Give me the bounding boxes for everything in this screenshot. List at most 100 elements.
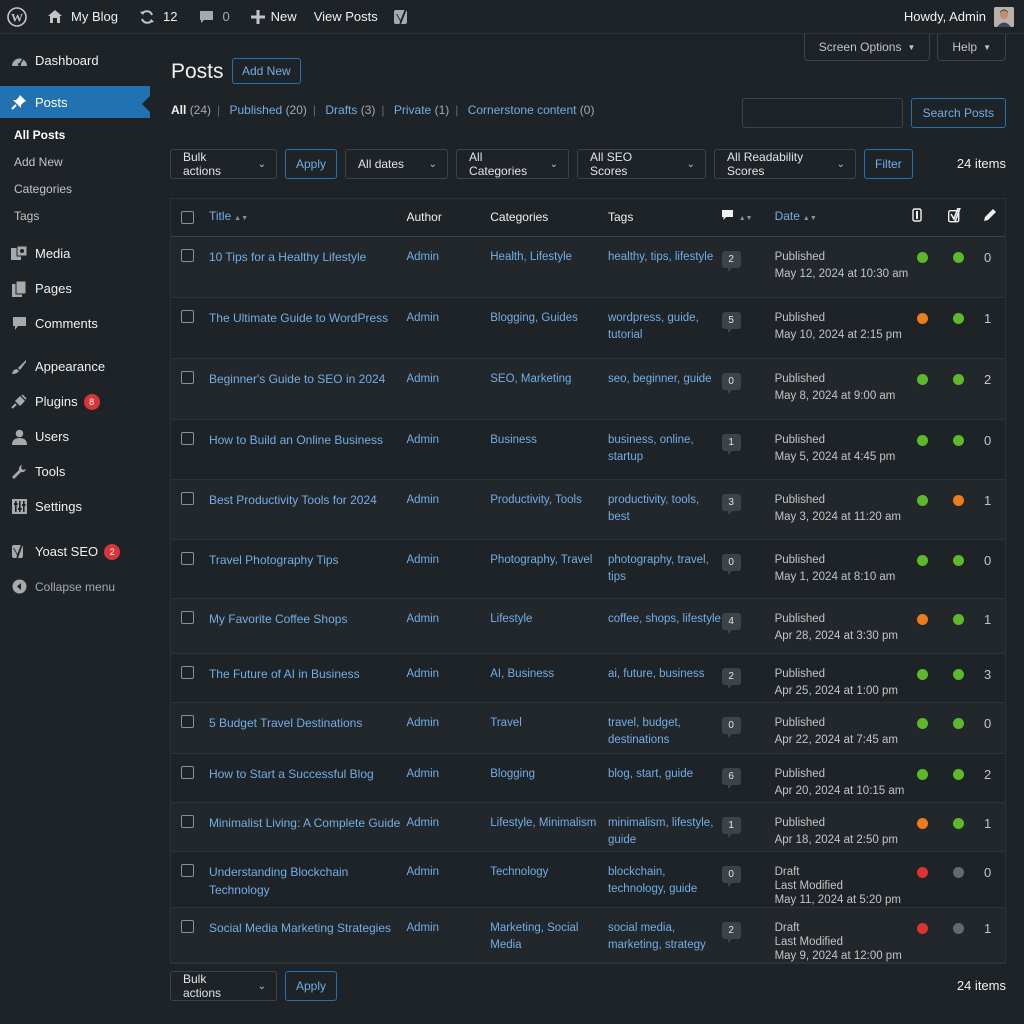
view-posts-link[interactable]: View Posts: [297, 0, 378, 34]
wordpress-logo-icon[interactable]: W: [0, 0, 34, 34]
row-checkbox[interactable]: [181, 552, 194, 565]
screen-options-button[interactable]: Screen Options ▼: [803, 34, 931, 61]
select-all-checkbox[interactable]: [181, 211, 194, 224]
comment-count-bubble[interactable]: 2: [721, 251, 741, 272]
search-input[interactable]: [741, 98, 903, 128]
my-account-link[interactable]: Howdy, Admin: [904, 0, 1014, 34]
author-link[interactable]: Admin: [406, 312, 439, 324]
comment-count-bubble[interactable]: 0: [721, 554, 741, 575]
row-checkbox[interactable]: [181, 766, 194, 779]
post-title-link[interactable]: Travel Photography Tips: [209, 553, 339, 567]
author-link[interactable]: Admin: [406, 251, 439, 263]
post-title-link[interactable]: The Ultimate Guide to WordPress: [209, 311, 388, 325]
apply-button[interactable]: Apply: [285, 149, 338, 179]
search-posts-button[interactable]: Search Posts: [910, 98, 1006, 128]
collapse-menu-button[interactable]: Collapse menu: [0, 569, 150, 604]
header-readability-score[interactable]: [948, 206, 984, 228]
post-title-link[interactable]: Best Productivity Tools for 2024: [209, 493, 377, 507]
categories-links[interactable]: Blogging, Guides: [490, 312, 578, 324]
tags-links[interactable]: wordpress, guide, tutorial: [608, 312, 699, 341]
comment-count-bubble[interactable]: 4: [721, 613, 741, 634]
seo-score-filter-select[interactable]: All SEO Scores ⌄: [577, 149, 707, 179]
bulk-actions-select-bottom[interactable]: Bulk actions ⌄: [170, 971, 277, 1001]
readability-filter-select[interactable]: All Readability Scores ⌄: [714, 149, 857, 179]
site-name-link[interactable]: My Blog: [34, 0, 118, 34]
row-checkbox[interactable]: [181, 371, 194, 384]
tags-links[interactable]: blockchain, technology, guide: [608, 866, 697, 895]
tags-links[interactable]: travel, budget, destinations: [608, 717, 681, 746]
filter-published[interactable]: Published: [230, 103, 283, 117]
filter-private[interactable]: Private: [394, 103, 431, 117]
categories-links[interactable]: Photography, Travel: [490, 554, 592, 566]
row-checkbox[interactable]: [181, 492, 194, 505]
row-checkbox[interactable]: [181, 666, 194, 679]
post-title-link[interactable]: My Favorite Coffee Shops: [209, 612, 348, 626]
row-checkbox[interactable]: [181, 715, 194, 728]
menu-dashboard[interactable]: Dashboard: [0, 43, 150, 78]
tags-links[interactable]: business, online, startup: [608, 434, 694, 463]
comment-count-bubble[interactable]: 5: [721, 312, 741, 333]
row-checkbox[interactable]: [181, 864, 194, 877]
author-link[interactable]: Admin: [406, 613, 439, 625]
row-checkbox[interactable]: [181, 920, 194, 933]
category-filter-select[interactable]: All Categories ⌄: [456, 149, 570, 179]
menu-media[interactable]: Media: [0, 236, 150, 271]
apply-button-bottom[interactable]: Apply: [285, 971, 338, 1001]
post-title-link[interactable]: How to Start a Successful Blog: [209, 767, 374, 781]
tags-links[interactable]: blog, start, guide: [608, 768, 693, 780]
row-checkbox[interactable]: [181, 249, 194, 262]
menu-plugins[interactable]: Plugins 8: [0, 384, 150, 419]
comment-count-bubble[interactable]: 1: [721, 434, 741, 455]
author-link[interactable]: Admin: [406, 717, 439, 729]
author-link[interactable]: Admin: [406, 434, 439, 446]
tags-links[interactable]: ai, future, business: [608, 668, 705, 680]
post-title-link[interactable]: The Future of AI in Business: [209, 667, 360, 681]
categories-links[interactable]: Technology: [490, 866, 548, 878]
help-button[interactable]: Help ▼: [937, 34, 1006, 61]
row-checkbox[interactable]: [181, 815, 194, 828]
tags-links[interactable]: healthy, tips, lifestyle: [608, 251, 713, 263]
comment-count-bubble[interactable]: 1: [721, 817, 741, 838]
submenu-categories[interactable]: Categories: [0, 176, 150, 203]
comment-count-bubble[interactable]: 3: [721, 494, 741, 515]
tags-links[interactable]: coffee, shops, lifestyle: [608, 613, 721, 625]
comment-count-bubble[interactable]: 0: [721, 866, 741, 887]
comments-link[interactable]: 0: [177, 0, 230, 34]
author-link[interactable]: Admin: [406, 817, 439, 829]
submenu-tags[interactable]: Tags: [0, 203, 150, 230]
author-link[interactable]: Admin: [406, 554, 439, 566]
menu-posts[interactable]: Posts: [0, 86, 150, 118]
bulk-actions-select[interactable]: Bulk actions ⌄: [170, 149, 277, 179]
categories-links[interactable]: Productivity, Tools: [490, 494, 582, 506]
header-date[interactable]: Date ▲▼: [775, 208, 913, 227]
post-title-link[interactable]: How to Build an Online Business: [209, 433, 383, 447]
comment-count-bubble[interactable]: 0: [721, 373, 741, 394]
tags-links[interactable]: social media, marketing, strategy: [608, 922, 706, 951]
menu-pages[interactable]: Pages: [0, 271, 150, 306]
header-seo-score[interactable]: [912, 208, 948, 227]
post-title-link[interactable]: 5 Budget Travel Destinations: [209, 716, 362, 730]
tags-links[interactable]: seo, beginner, guide: [608, 373, 712, 385]
categories-links[interactable]: AI, Business: [490, 668, 554, 680]
comment-count-bubble[interactable]: 6: [721, 768, 741, 789]
row-checkbox[interactable]: [181, 611, 194, 624]
author-link[interactable]: Admin: [406, 494, 439, 506]
post-title-link[interactable]: Beginner's Guide to SEO in 2024: [209, 372, 385, 386]
post-title-link[interactable]: 10 Tips for a Healthy Lifestyle: [209, 250, 366, 264]
row-checkbox[interactable]: [181, 432, 194, 445]
menu-comments[interactable]: Comments: [0, 306, 150, 341]
comment-count-bubble[interactable]: 0: [721, 717, 741, 738]
menu-settings[interactable]: Settings: [0, 489, 150, 524]
filter-button[interactable]: Filter: [864, 149, 913, 179]
categories-links[interactable]: Travel: [490, 717, 522, 729]
filter-cornerstone[interactable]: Cornerstone content: [468, 103, 577, 117]
tags-links[interactable]: photography, travel, tips: [608, 554, 709, 583]
author-link[interactable]: Admin: [406, 373, 439, 385]
categories-links[interactable]: Health, Lifestyle: [490, 251, 572, 263]
categories-links[interactable]: Business: [490, 434, 537, 446]
header-comments[interactable]: ▲▼: [721, 208, 775, 227]
categories-links[interactable]: Lifestyle, Minimalism: [490, 817, 596, 829]
menu-appearance[interactable]: Appearance: [0, 349, 150, 384]
post-title-link[interactable]: Understanding Blockchain Technology: [209, 865, 348, 897]
author-link[interactable]: Admin: [406, 768, 439, 780]
